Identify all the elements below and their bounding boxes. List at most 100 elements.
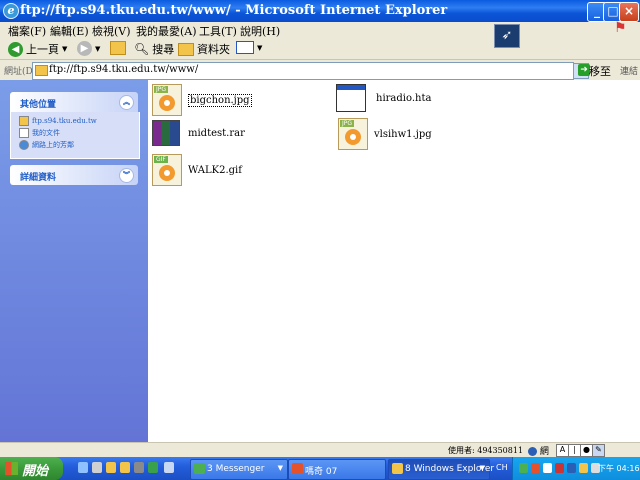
address-input[interactable]: ftp://ftp.s94.tku.edu.tw/www/ xyxy=(32,62,574,80)
forward-button[interactable]: ▶ ▼ xyxy=(77,41,100,56)
folders-icon xyxy=(178,42,194,56)
folders-label: 資料夾 xyxy=(197,43,230,56)
ftp-folder-icon xyxy=(19,116,29,126)
other-places-title: 其他位置 xyxy=(20,100,57,110)
quicklaunch-folder-icon[interactable] xyxy=(120,462,130,473)
quicklaunch-icon[interactable] xyxy=(134,462,144,473)
place-label: 我的文件 xyxy=(32,129,60,137)
file-name: vlsihw1.jpg xyxy=(374,128,432,140)
task-explorer[interactable]: 8 Windows Explorer ▼ xyxy=(388,459,494,480)
task-messenger[interactable]: 3 Messenger ▼ xyxy=(190,459,288,480)
start-button[interactable]: 開始 xyxy=(0,457,63,480)
file-item-midtest[interactable]: midtest.rar xyxy=(152,120,245,146)
window-title: ftp://ftp.s94.tku.edu.tw/www/ - Microsof… xyxy=(20,3,448,18)
place-ftp-site[interactable]: ftp.s94.tku.edu.tw xyxy=(19,116,97,126)
brand-logo-icon: ➶ xyxy=(494,24,520,48)
up-folder-icon xyxy=(110,41,126,55)
menu-tools[interactable]: 工具(T) xyxy=(199,23,237,39)
up-folder-button[interactable] xyxy=(110,41,126,55)
search-icon: 🔍︎ xyxy=(134,42,150,56)
clock[interactable]: 下午 04:16 xyxy=(598,463,640,474)
chevron-down-icon: ▼ xyxy=(95,44,101,53)
tray-icon[interactable] xyxy=(519,463,528,473)
task-second[interactable]: 嗎奇 07 xyxy=(288,459,386,480)
quicklaunch-icon[interactable] xyxy=(148,462,158,473)
menu-file[interactable]: 檔案(F) xyxy=(8,23,46,39)
quicklaunch-icon[interactable] xyxy=(164,462,174,473)
details-title: 詳細資料 xyxy=(20,173,57,183)
image-file-icon: GIF xyxy=(152,154,182,186)
place-network[interactable]: 網路上的芳鄰 xyxy=(19,140,74,150)
back-button[interactable]: ◀ 上一頁 ▼ xyxy=(8,41,67,57)
windows-flag-icon xyxy=(5,462,18,475)
chevron-down-icon: ▼ xyxy=(62,45,68,53)
quicklaunch-ie-icon[interactable] xyxy=(78,462,88,473)
task-label: 嗎奇 07 xyxy=(305,467,338,477)
toolbar: ◀ 上一頁 ▼ ▶ ▼ 🔍︎ 搜尋 資料夾 ▼ xyxy=(0,38,640,60)
place-my-documents[interactable]: 我的文件 xyxy=(19,128,60,138)
file-name: midtest.rar xyxy=(188,127,245,139)
status-zone: 網 xyxy=(528,444,549,457)
views-icon xyxy=(236,41,254,54)
back-label: 上一頁 xyxy=(26,43,59,56)
tray-icon[interactable] xyxy=(543,463,552,473)
menu-view[interactable]: 檢視(V) xyxy=(92,23,131,39)
file-type-tag: GIF xyxy=(154,156,168,163)
ie-logo-icon: e xyxy=(3,3,19,19)
taskbar: 開始 3 Messenger ▼ 嗎奇 07 8 Windows Explore… xyxy=(0,457,640,480)
app-icon xyxy=(292,463,303,474)
chevron-down-icon: ▼ xyxy=(257,43,263,52)
back-arrow-icon: ◀ xyxy=(8,41,23,57)
file-name: hiradio.hta xyxy=(376,92,432,104)
task-pane: 其他位置 ︽ ftp.s94.tku.edu.tw 我的文件 網路上的芳鄰 詳細… xyxy=(0,80,148,442)
messenger-icon xyxy=(194,463,205,474)
collapse-icon[interactable]: ︽ xyxy=(119,95,134,110)
quicklaunch-folder-icon[interactable] xyxy=(106,462,116,473)
menu-edit[interactable]: 編輯(E) xyxy=(50,23,89,39)
archive-file-icon xyxy=(152,120,180,146)
explorer-folder-icon xyxy=(392,463,403,474)
status-bar: 使用者: 494350811 網 A | ● ✎ xyxy=(0,442,640,457)
go-button[interactable]: 移至 xyxy=(589,63,611,79)
image-file-icon: JPG xyxy=(152,84,182,116)
place-label: ftp.s94.tku.edu.tw xyxy=(32,117,97,125)
tray-icon[interactable] xyxy=(555,463,564,473)
folders-button[interactable]: 資料夾 xyxy=(178,41,230,57)
network-icon xyxy=(19,140,29,150)
internet-zone-icon xyxy=(528,447,537,456)
file-item-bigchon[interactable]: JPG bigchon.jpg xyxy=(152,84,252,116)
file-name: bigchon.jpg xyxy=(188,93,252,107)
menu-favorites[interactable]: 我的最愛(A) xyxy=(136,23,197,39)
expand-icon[interactable]: ︾ xyxy=(119,168,134,183)
search-button[interactable]: 🔍︎ 搜尋 xyxy=(134,41,174,57)
details-header[interactable]: 詳細資料 ︾ xyxy=(10,165,138,185)
chevron-down-icon: ▼ xyxy=(479,464,485,472)
windows-flag-icon: ⚑ xyxy=(614,20,627,36)
file-item-vlsihw1[interactable]: JPG vlsihw1.jpg xyxy=(338,118,432,150)
ime-tool-icon[interactable]: ✎ xyxy=(592,444,605,457)
title-bar[interactable]: e ftp://ftp.s94.tku.edu.tw/www/ - Micros… xyxy=(0,0,640,22)
tray-icon[interactable] xyxy=(531,463,540,473)
file-list: JPG bigchon.jpg hiradio.hta midtest.rar … xyxy=(148,80,640,442)
tray-icon[interactable] xyxy=(579,463,588,473)
language-indicator[interactable]: CH xyxy=(496,463,508,472)
quicklaunch-icon[interactable] xyxy=(92,462,102,473)
place-label: 網路上的芳鄰 xyxy=(32,141,74,149)
task-label: 3 Messenger xyxy=(207,464,265,474)
address-bar: 網址(D) ftp://ftp.s94.tku.edu.tw/www/ ▼ ➜ … xyxy=(0,61,640,80)
chevron-down-icon: ▼ xyxy=(277,464,283,472)
other-places-header[interactable]: 其他位置 ︽ xyxy=(10,92,138,112)
file-name: WALK2.gif xyxy=(188,164,242,176)
close-button[interactable]: × xyxy=(619,2,639,22)
status-zone-label: 網 xyxy=(539,447,549,457)
views-button[interactable]: ▼ xyxy=(236,41,262,54)
menu-bar: 檔案(F) 編輯(E) 檢視(V) 我的最愛(A) 工具(T) 說明(H) xyxy=(0,22,640,38)
start-label: 開始 xyxy=(22,464,49,479)
menu-help[interactable]: 說明(H) xyxy=(240,23,280,39)
tray-icon[interactable] xyxy=(567,463,576,473)
forward-arrow-icon: ▶ xyxy=(77,41,92,56)
file-item-hiradio[interactable]: hiradio.hta xyxy=(336,84,431,112)
file-item-walk2[interactable]: GIF WALK2.gif xyxy=(152,154,242,186)
ftp-folder-icon xyxy=(35,65,48,76)
links-label[interactable]: 連結 xyxy=(620,64,638,77)
